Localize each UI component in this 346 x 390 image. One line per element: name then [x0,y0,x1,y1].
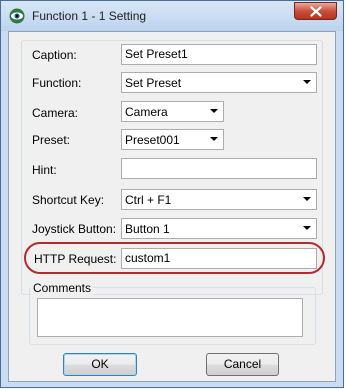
comments-legend: Comments [31,281,94,295]
camera-select[interactable]: Camera [121,101,224,122]
close-button[interactable] [294,2,337,20]
shortcut-key-select-value: Ctrl + F1 [125,193,172,207]
chevron-down-icon [303,226,311,230]
chevron-down-icon [210,109,218,113]
chevron-down-icon [303,80,311,84]
camera-select-value: Camera [125,105,168,119]
function-select[interactable]: Set Preset [121,72,317,93]
preset-label: Preset: [32,133,71,147]
camera-label: Camera: [32,106,79,120]
function-label: Function: [32,76,82,90]
hint-input[interactable] [121,158,317,179]
close-x-icon [310,6,322,17]
preset-select[interactable]: Preset001 [121,129,224,150]
chevron-down-icon [210,137,218,141]
http-request-label: HTTP Request: [34,252,117,266]
preset-select-value: Preset001 [125,133,180,147]
shortcut-key-select[interactable]: Ctrl + F1 [121,189,317,210]
joystick-button-select[interactable]: Button 1 [121,218,317,239]
chevron-down-icon [303,197,311,201]
caption-label: Caption: [32,48,77,62]
function-select-value: Set Preset [125,76,182,90]
dialog-client-area: Caption: Set Preset1 Function: Set Prese… [8,31,336,382]
title-bar[interactable]: Function 1 - 1 Setting [1,1,343,31]
caption-input[interactable]: Set Preset1 [121,44,317,65]
eye-icon [9,8,25,24]
joystick-button-label: Joystick Button: [32,222,117,236]
cancel-button[interactable]: Cancel [206,353,279,376]
dialog-window: Function 1 - 1 Setting Caption: Set Pres… [0,0,344,388]
comments-textarea[interactable] [37,298,303,337]
http-request-input[interactable]: custom1 [121,248,317,269]
ok-button[interactable]: OK [63,353,137,376]
shortcut-key-label: Shortcut Key: [32,193,105,207]
joystick-button-select-value: Button 1 [125,222,170,236]
hint-label: Hint: [32,163,57,177]
window-title: Function 1 - 1 Setting [32,9,147,23]
